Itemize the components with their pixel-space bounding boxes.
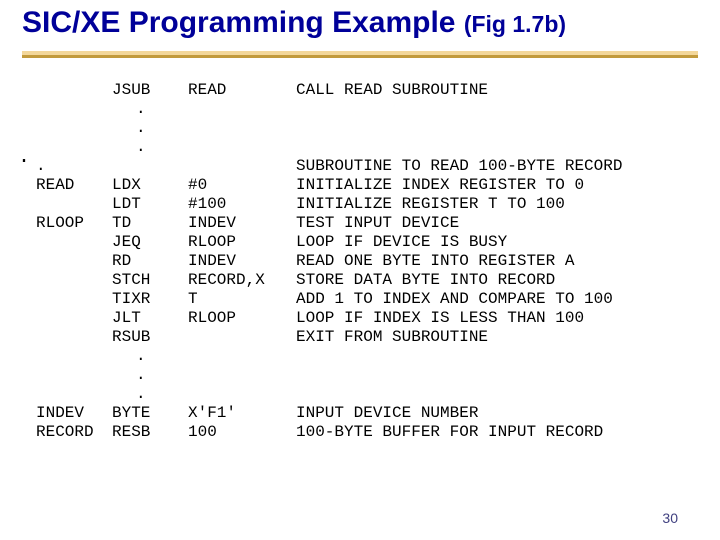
code-comment: INITIALIZE INDEX REGISTER TO 0 <box>296 177 700 196</box>
code-operand <box>188 329 296 348</box>
code-row: TIXRTADD 1 TO INDEX AND COMPARE TO 100 <box>36 291 700 310</box>
code-comment: ADD 1 TO INDEX AND COMPARE TO 100 <box>296 291 700 310</box>
code-operand: RLOOP <box>188 310 296 329</box>
code-opcode: RESB <box>112 424 188 443</box>
code-label: RECORD <box>36 424 112 443</box>
title-area: SIC/XE Programming Example (Fig 1.7b) <box>0 0 720 41</box>
code-vertical-dot: . <box>36 139 700 158</box>
code-operand: READ <box>188 82 296 101</box>
code-operand: #100 <box>188 196 296 215</box>
code-label: RLOOP <box>36 215 112 234</box>
code-row: JSUBREADCALL READ SUBROUTINE <box>36 82 700 101</box>
code-comment: EXIT FROM SUBROUTINE <box>296 329 700 348</box>
code-comment: SUBROUTINE TO READ 100-BYTE RECORD <box>296 158 700 177</box>
code-label <box>36 234 112 253</box>
code-comment: STORE DATA BYTE INTO RECORD <box>296 272 700 291</box>
code-row: RLOOPTDINDEVTEST INPUT DEVICE <box>36 215 700 234</box>
title-main: SIC/XE Programming Example <box>22 6 455 39</box>
code-comment: TEST INPUT DEVICE <box>296 215 700 234</box>
code-operand: INDEV <box>188 253 296 272</box>
code-row: RSUB EXIT FROM SUBROUTINE <box>36 329 700 348</box>
code-operand <box>188 158 296 177</box>
code-label: INDEV <box>36 405 112 424</box>
code-comment: INITIALIZE REGISTER T TO 100 <box>296 196 700 215</box>
code-opcode: RD <box>112 253 188 272</box>
code-operand: 100 <box>188 424 296 443</box>
slide: SIC/XE Programming Example (Fig 1.7b) JS… <box>0 0 720 540</box>
code-vertical-dot: . <box>36 348 700 367</box>
code-opcode: LDT <box>112 196 188 215</box>
code-row: RDINDEVREAD ONE BYTE INTO REGISTER A <box>36 253 700 272</box>
code-operand: INDEV <box>188 215 296 234</box>
code-row: .. SUBROUTINE TO READ 100-BYTE RECORD <box>36 158 700 177</box>
code-row: STCHRECORD,XSTORE DATA BYTE INTO RECORD <box>36 272 700 291</box>
code-row: RECORDRESB100100-BYTE BUFFER FOR INPUT R… <box>36 424 700 443</box>
code-label <box>36 196 112 215</box>
code-row: JLTRLOOPLOOP IF INDEX IS LESS THAN 100 <box>36 310 700 329</box>
code-row: READLDX#0INITIALIZE INDEX REGISTER TO 0 <box>36 177 700 196</box>
title-underline-dark <box>22 55 698 58</box>
code-opcode: JEQ <box>112 234 188 253</box>
code-vertical-dot: . <box>36 101 700 120</box>
title-underline <box>22 51 698 61</box>
code-opcode: JLT <box>112 310 188 329</box>
code-comment: LOOP IF INDEX IS LESS THAN 100 <box>296 310 700 329</box>
code-label <box>36 82 112 101</box>
code-comment: READ ONE BYTE INTO REGISTER A <box>296 253 700 272</box>
page-title: SIC/XE Programming Example (Fig 1.7b) <box>22 6 698 41</box>
code-operand: RLOOP <box>188 234 296 253</box>
code-row: JEQRLOOPLOOP IF DEVICE IS BUSY <box>36 234 700 253</box>
code-operand: X'F1' <box>188 405 296 424</box>
code-row: LDT#100INITIALIZE REGISTER T TO 100 <box>36 196 700 215</box>
code-opcode: RSUB <box>112 329 188 348</box>
code-comment: CALL READ SUBROUTINE <box>296 82 700 101</box>
code-opcode: LDX <box>112 177 188 196</box>
code-opcode: STCH <box>112 272 188 291</box>
code-row: INDEVBYTEX'F1'INPUT DEVICE NUMBER <box>36 405 700 424</box>
page-number: 30 <box>662 510 678 526</box>
code-label <box>36 329 112 348</box>
code-comment: INPUT DEVICE NUMBER <box>296 405 700 424</box>
code-label <box>36 253 112 272</box>
code-operand: #0 <box>188 177 296 196</box>
code-opcode: TD <box>112 215 188 234</box>
code-comment: LOOP IF DEVICE IS BUSY <box>296 234 700 253</box>
code-opcode <box>112 158 188 177</box>
code-opcode: JSUB <box>112 82 188 101</box>
code-label: READ <box>36 177 112 196</box>
code-operand: T <box>188 291 296 310</box>
code-label <box>36 291 112 310</box>
code-vertical-dot: . <box>36 120 700 139</box>
code-operand: RECORD,X <box>188 272 296 291</box>
title-sub: (Fig 1.7b) <box>464 11 566 37</box>
code-label <box>36 272 112 291</box>
code-comment: 100-BYTE BUFFER FOR INPUT RECORD <box>296 424 700 443</box>
code-vertical-dot: . <box>36 367 700 386</box>
code-vertical-dot: . <box>36 386 700 405</box>
code-label: .. <box>36 158 112 177</box>
code-opcode: BYTE <box>112 405 188 424</box>
code-opcode: TIXR <box>112 291 188 310</box>
code-listing: JSUBREADCALL READ SUBROUTINE.....SUBROUT… <box>36 82 700 530</box>
code-label <box>36 310 112 329</box>
